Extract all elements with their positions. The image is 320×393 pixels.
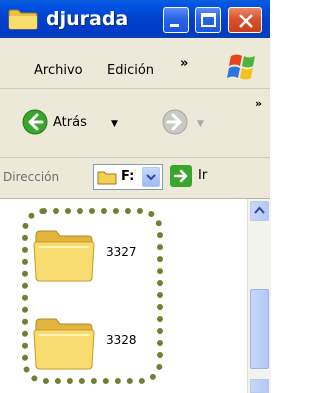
title-bar[interactable]: djurada (0, 0, 270, 38)
folder-name: 3327 (106, 245, 137, 259)
close-button[interactable] (228, 7, 262, 33)
maximize-icon (201, 13, 216, 27)
forward-dropdown-icon[interactable]: ▼ (197, 119, 204, 129)
file-list: 3327 3328 (0, 199, 270, 393)
back-dropdown-icon[interactable]: ▼ (111, 119, 118, 129)
scroll-down-button[interactable] (250, 379, 269, 393)
back-button-label[interactable]: Atrás (53, 115, 87, 130)
back-arrow-icon[interactable] (22, 109, 48, 135)
window-title: djurada (46, 8, 129, 30)
minimize-button[interactable] (163, 7, 189, 33)
minimize-icon (170, 24, 179, 27)
chevron-up-icon (254, 206, 265, 214)
forward-arrow-icon[interactable] (162, 109, 188, 135)
toolbar: » Atrás ▼ ▼ (0, 89, 270, 158)
go-arrow-icon[interactable] (170, 165, 192, 187)
menu-item-archivo[interactable]: Archivo (34, 63, 83, 78)
folder-icon (33, 230, 95, 282)
scroll-up-button[interactable] (250, 201, 269, 221)
menu-overflow-button[interactable]: » (180, 56, 188, 71)
chevron-down-icon (146, 174, 156, 181)
close-icon (239, 14, 253, 28)
address-dropdown-button[interactable] (142, 167, 160, 187)
address-value[interactable]: F: (121, 169, 134, 184)
address-bar: Dirección F: Ir (0, 158, 270, 199)
vertical-scrollbar[interactable] (247, 199, 271, 393)
menu-item-edicion[interactable]: Edición (107, 63, 154, 78)
folder-icon (33, 318, 95, 370)
go-button-label[interactable]: Ir (198, 168, 207, 183)
address-input[interactable]: F: (93, 164, 163, 190)
folder-icon (97, 169, 117, 185)
address-label: Dirección (3, 170, 60, 184)
maximize-button[interactable] (195, 7, 221, 33)
folder-name: 3328 (106, 333, 137, 347)
toolbar-overflow-button[interactable]: » (255, 97, 262, 110)
menu-bar: Archivo Edición » (0, 38, 270, 89)
explorer-window: djurada Archivo Edición » » Atrás ▼ ▼ Di… (0, 0, 271, 393)
windows-logo-icon (226, 52, 260, 82)
scroll-thumb[interactable] (250, 289, 269, 369)
folder-icon (8, 8, 38, 30)
